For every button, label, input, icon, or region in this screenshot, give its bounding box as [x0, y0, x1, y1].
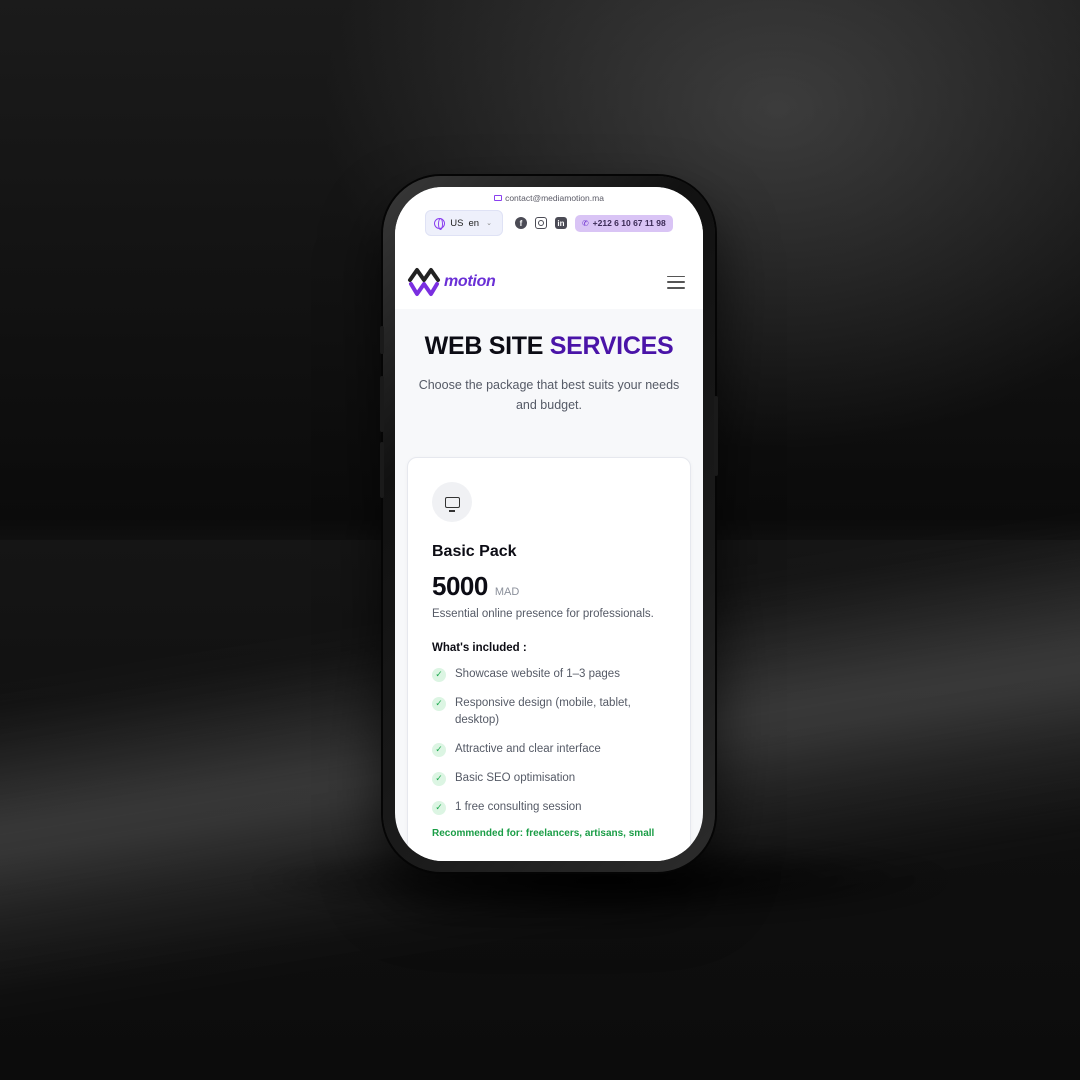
language-selector[interactable]: US en ⌄: [425, 210, 503, 236]
price-currency: MAD: [494, 586, 520, 598]
check-icon: ✓: [432, 696, 446, 711]
mail-icon: [494, 194, 503, 201]
title-part-2: SERVICES: [549, 332, 674, 360]
phone-icon: ✆: [581, 218, 589, 228]
linkedin-icon[interactable]: in: [554, 217, 567, 229]
check-icon: ✓: [432, 771, 446, 786]
recommended-for: Recommended for: freelancers, artisans, …: [432, 828, 655, 839]
pack-name: Basic Pack: [432, 543, 517, 560]
price-value: 5000: [432, 571, 488, 601]
monitor-icon: [432, 482, 472, 522]
phone-number: +212 6 10 67 11 98: [592, 218, 666, 228]
feature-text: Basic SEO optimisation: [455, 772, 576, 784]
phone-screen: contact@mediamotion.ma US en ⌄ f in ✆ +2…: [395, 187, 703, 861]
site-logo[interactable]: motion: [407, 265, 496, 299]
phone-power-button: [714, 396, 718, 476]
list-item: ✓ Basic SEO optimisation: [432, 770, 666, 787]
check-icon: ✓: [432, 800, 446, 815]
phone-mockup: contact@mediamotion.ma US en ⌄ f in ✆ +2…: [380, 176, 718, 872]
list-item: ✓ Showcase website of 1–3 pages: [432, 666, 666, 683]
pack-description: Essential online presence for profession…: [432, 608, 654, 620]
price-row: 5000 MAD: [432, 571, 666, 602]
feature-text: Responsive design (mobile, tablet, deskt…: [455, 697, 631, 726]
included-title: What's included :: [432, 642, 527, 654]
feature-text: 1 free consulting session: [455, 801, 582, 813]
check-icon: ✓: [432, 667, 446, 682]
contact-email-link[interactable]: contact@mediamotion.ma: [395, 193, 703, 203]
phone-volume-up: [380, 376, 384, 432]
feature-text: Attractive and clear interface: [455, 743, 601, 755]
list-item: ✓ Attractive and clear interface: [432, 741, 666, 758]
check-icon: ✓: [432, 742, 446, 757]
navbar: motion: [395, 255, 703, 309]
feature-list: ✓ Showcase website of 1–3 pages ✓ Responsi…: [432, 666, 666, 816]
feature-text: Showcase website of 1–3 pages: [455, 668, 620, 680]
utility-row: US en ⌄ f in ✆ +212 6 10 67 11 98: [395, 210, 703, 236]
page-subtitle: Choose the package that best suits your …: [418, 378, 680, 412]
instagram-icon[interactable]: [534, 217, 547, 229]
logo-text: motion: [444, 273, 496, 290]
phone-call-button[interactable]: ✆ +212 6 10 67 11 98: [574, 214, 673, 232]
hero-section: WEB SITE SERVICES Choose the package tha…: [395, 309, 703, 457]
pricing-card-basic: Basic Pack 5000 MAD Essential online pre…: [407, 457, 691, 861]
chevron-down-icon: ⌄: [486, 220, 492, 227]
title-part-1: WEB SITE: [424, 332, 550, 360]
globe-icon: [434, 217, 446, 230]
language-code: en: [468, 217, 480, 229]
phone-volume-down: [380, 442, 384, 498]
page-title: WEB SITE SERVICES: [395, 332, 703, 361]
site-header: contact@mediamotion.ma US en ⌄ f in ✆ +2…: [395, 187, 703, 309]
facebook-icon[interactable]: f: [514, 217, 527, 229]
language-flag: US: [450, 217, 464, 229]
phone-side-button: [380, 326, 384, 354]
logo-mark-icon: [408, 268, 440, 296]
hamburger-menu-icon[interactable]: [667, 275, 685, 289]
list-item: ✓ 1 free consulting session: [432, 799, 666, 816]
contact-email: contact@mediamotion.ma: [505, 193, 604, 203]
list-item: ✓ Responsive design (mobile, tablet, desk…: [432, 695, 666, 729]
